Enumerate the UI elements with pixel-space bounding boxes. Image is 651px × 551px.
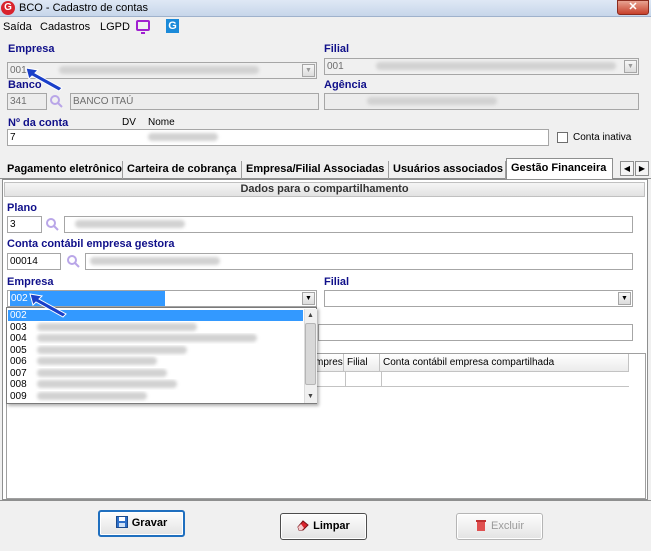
search-icon[interactable] — [45, 217, 59, 231]
conta-contabil-label: Conta contábil empresa gestora — [7, 238, 175, 250]
conta-field[interactable]: 7 — [7, 129, 549, 146]
dropdown-option[interactable]: 003 — [8, 322, 303, 333]
panel-filial-combo[interactable]: ▼ — [324, 290, 633, 307]
banco-name-field: BANCO ITAÚ — [70, 93, 319, 110]
option-name-redacted — [37, 380, 178, 389]
limpar-button[interactable]: Limpar — [280, 513, 367, 540]
menu-saida[interactable]: Saída — [3, 21, 32, 33]
menu-cadastros[interactable]: Cadastros — [40, 21, 90, 33]
dropdown-option[interactable]: 006 — [8, 356, 303, 367]
chevron-down-icon[interactable]: ▼ — [624, 60, 637, 73]
panel-extra-field[interactable] — [318, 324, 633, 341]
excluir-label: Excluir — [490, 520, 524, 532]
grid-header-filial[interactable]: Filial — [344, 354, 380, 372]
conta-contabil-desc-redacted — [90, 257, 220, 266]
grid-divider — [381, 372, 382, 387]
conta-inativa-label: Conta inativa — [573, 132, 632, 143]
option-name-redacted — [37, 323, 198, 332]
banco-code-field[interactable]: 341 — [7, 93, 47, 110]
menu-lgpd[interactable]: LGPD — [100, 21, 130, 33]
tab-carteira-cobranca[interactable]: Carteira de cobrança — [123, 161, 242, 179]
agencia-field — [324, 93, 639, 110]
option-name-redacted — [37, 369, 168, 378]
plano-desc-field — [64, 216, 633, 233]
g-app-icon[interactable]: G — [166, 19, 179, 33]
close-button[interactable]: ✕ — [617, 0, 649, 15]
tab-gestao-financeira[interactable]: Gestão Financeira — [506, 158, 613, 180]
tab-empresa-filial[interactable]: Empresa/Filial Associadas — [242, 161, 389, 179]
search-icon[interactable] — [49, 94, 63, 108]
search-icon[interactable] — [66, 254, 80, 268]
grid-divider — [345, 372, 346, 387]
app-logo-icon: G — [1, 1, 15, 15]
dropdown-option[interactable]: 008 — [8, 379, 303, 390]
dv-label: DV — [122, 117, 136, 128]
filial-combo[interactable]: 001 ▼ — [324, 58, 639, 75]
option-name-redacted — [37, 392, 148, 401]
empresa-label: Empresa — [8, 43, 55, 55]
agencia-label: Agência — [324, 79, 367, 91]
eraser-icon — [297, 520, 309, 531]
dropdown-option[interactable]: 004 — [8, 333, 303, 344]
agencia-redacted — [367, 97, 497, 106]
dropdown-option[interactable]: 007 — [8, 368, 303, 379]
excluir-button[interactable]: Excluir — [456, 513, 543, 540]
conta-nome-redacted — [148, 133, 219, 142]
save-icon — [115, 516, 128, 528]
conta-value: 7 — [10, 132, 16, 143]
gravar-button[interactable]: Gravar — [98, 510, 185, 537]
tab-scroll-left-icon[interactable]: ◀ — [620, 161, 634, 176]
plano-label: Plano — [7, 202, 37, 214]
chevron-down-icon[interactable]: ▼ — [302, 64, 315, 77]
table-row[interactable] — [312, 372, 629, 387]
scroll-down-icon[interactable]: ▼ — [305, 390, 316, 403]
pointer-arrow-icon — [29, 293, 67, 318]
conta-inativa-checkbox[interactable] — [557, 132, 568, 143]
section-title: Dados para o compartilhamento — [4, 182, 645, 197]
tab-usuarios-associados[interactable]: Usuários associados — [389, 161, 506, 179]
menu-bar — [0, 17, 651, 36]
plano-desc-redacted — [75, 220, 185, 229]
conta-contabil-desc-field — [85, 253, 633, 270]
numero-conta-label: Nº da conta — [8, 117, 69, 129]
filial-label: Filial — [324, 43, 350, 55]
tab-scroll-right-icon[interactable]: ▶ — [635, 161, 649, 176]
panel-filial-label: Filial — [324, 276, 350, 288]
conta-contabil-field[interactable]: 00014 — [7, 253, 61, 270]
grid-header-conta-compartilhada[interactable]: Conta contábil empresa compartilhada — [380, 354, 629, 372]
scrollbar-thumb[interactable] — [305, 323, 316, 385]
monitor-icon[interactable] — [136, 20, 150, 34]
dropdown-option[interactable]: 009 — [8, 391, 303, 402]
nome-label: Nome — [148, 117, 175, 128]
chevron-down-icon[interactable]: ▼ — [618, 292, 631, 305]
plano-field[interactable]: 3 — [7, 216, 42, 233]
trash-icon — [475, 520, 486, 531]
option-name-redacted — [37, 334, 258, 343]
panel-empresa-label: Empresa — [7, 276, 54, 288]
empresa-name-redacted — [59, 66, 260, 75]
chevron-down-icon[interactable]: ▼ — [302, 292, 315, 305]
window-title: BCO - Cadastro de contas — [19, 2, 149, 14]
pointer-arrow-icon — [25, 67, 63, 92]
dropdown-option[interactable]: 005 — [8, 345, 303, 356]
filial-value: 001 — [327, 61, 344, 72]
filial-name-redacted — [376, 62, 617, 71]
option-name-redacted — [37, 346, 188, 355]
option-name-redacted — [37, 357, 158, 366]
tab-pagamento-eletronico[interactable]: Pagamento eletrônico — [3, 161, 123, 179]
limpar-label: Limpar — [313, 520, 350, 532]
scroll-up-icon[interactable]: ▲ — [305, 309, 316, 322]
gravar-label: Gravar — [131, 517, 168, 529]
empresa-dropdown-list[interactable]: 002 003 004 005 006 007 008 009 ▲ ▼ — [6, 307, 317, 404]
